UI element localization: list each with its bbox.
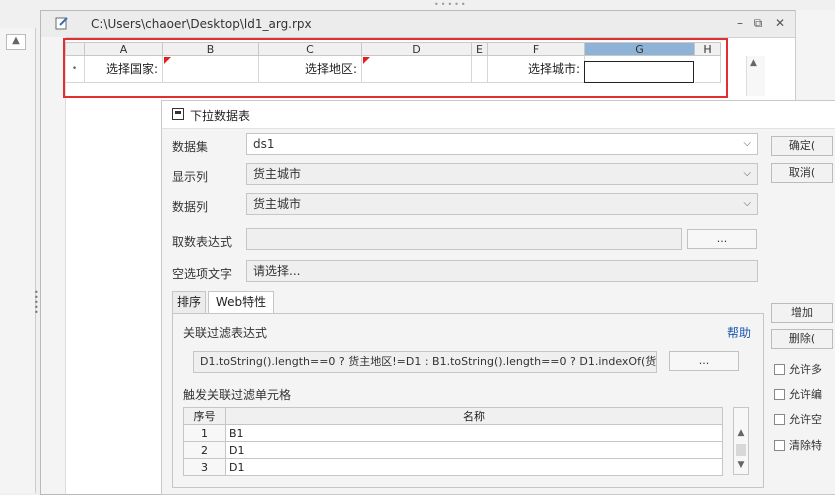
- cancel-button[interactable]: 取消(: [771, 163, 833, 183]
- row-number: 2: [183, 441, 226, 459]
- dataset-value: ds1: [253, 137, 275, 151]
- trigger-cells-table: 序号 名称 1 B1 2 D1 3 D1: [183, 407, 723, 476]
- window-title: C:\Users\chaoer\Desktop\ld1_arg.rpx: [91, 17, 312, 31]
- ok-button[interactable]: 确定(: [771, 136, 833, 156]
- checkbox-box[interactable]: [774, 440, 785, 451]
- row-name[interactable]: D1: [225, 458, 723, 476]
- dialog-window-icon: [172, 108, 184, 120]
- table-row[interactable]: 2 D1: [183, 441, 723, 459]
- empty-option-input[interactable]: 请选择...: [246, 260, 758, 282]
- splitter-grip-icon[interactable]: • • • • •: [34, 289, 39, 317]
- close-button[interactable]: ✕: [771, 15, 789, 31]
- dataset-select[interactable]: ds1 ⌵: [246, 133, 758, 155]
- row-name[interactable]: B1: [225, 424, 723, 442]
- panel-resize-grip[interactable]: •••••: [434, 1, 474, 9]
- checkbox-label: 清除特: [789, 439, 822, 452]
- outer-left-panel: ▲: [0, 28, 36, 493]
- window-titlebar: C:\Users\chaoer\Desktop\ld1_arg.rpx – ⧉ …: [41, 11, 796, 38]
- clear-special-checkbox[interactable]: 清除特: [774, 437, 822, 453]
- add-button[interactable]: 增加: [771, 303, 833, 323]
- checkbox-box[interactable]: [774, 389, 785, 400]
- edit-document-icon: [55, 17, 68, 30]
- scroll-down-icon[interactable]: ▼: [736, 460, 746, 470]
- row-number: 1: [183, 424, 226, 442]
- table-header-name[interactable]: 名称: [225, 407, 723, 425]
- help-link[interactable]: 帮助: [727, 324, 751, 341]
- dialog-titlebar: 下拉数据表: [162, 101, 835, 129]
- data-column-value: 货主城市: [253, 197, 302, 211]
- checkbox-label: 允许多: [789, 363, 822, 376]
- display-column-label: 显示列: [172, 170, 209, 184]
- filter-expression-input[interactable]: D1.toString().length==0 ? 货主地区!=D1 : B1.…: [193, 351, 657, 373]
- row-name[interactable]: D1: [225, 441, 723, 459]
- sheet-scrollbar[interactable]: ▲: [746, 56, 765, 96]
- trigger-cells-label: 触发关联过滤单元格: [183, 388, 292, 402]
- annotation-highlight-box: [63, 38, 728, 98]
- display-column-value: 货主城市: [253, 167, 302, 181]
- row-header-gutter: [41, 37, 66, 494]
- filter-expression-button[interactable]: ...: [669, 351, 739, 371]
- row-number: 3: [183, 458, 226, 476]
- table-header-no[interactable]: 序号: [183, 407, 226, 425]
- dialog-title: 下拉数据表: [190, 109, 251, 123]
- display-column-select[interactable]: 货主城市 ⌵: [246, 163, 758, 185]
- dataset-label: 数据集: [172, 140, 209, 154]
- checkbox-label: 允许空: [789, 413, 822, 426]
- delete-button[interactable]: 删除(: [771, 329, 833, 349]
- scroll-up-icon[interactable]: ▲: [736, 428, 746, 438]
- fetch-expression-label: 取数表达式: [172, 235, 233, 249]
- data-column-label: 数据列: [172, 200, 209, 214]
- allow-multiple-checkbox[interactable]: 允许多: [774, 361, 822, 377]
- data-column-select[interactable]: 货主城市 ⌵: [246, 193, 758, 215]
- scroll-thumb[interactable]: [736, 444, 746, 456]
- checkbox-box[interactable]: [774, 414, 785, 425]
- table-scrollbar[interactable]: ▲ ▼: [733, 407, 749, 475]
- fetch-expression-button[interactable]: ...: [687, 229, 757, 249]
- fetch-expression-input[interactable]: [246, 228, 682, 250]
- empty-option-label: 空选项文字: [172, 267, 233, 281]
- table-row[interactable]: 3 D1: [183, 458, 723, 476]
- tab-web-properties[interactable]: Web特性: [208, 291, 274, 313]
- checkbox-label: 允许编: [789, 388, 822, 401]
- chevron-down-icon: ⌵: [743, 198, 751, 209]
- dropdown-datatable-dialog: 下拉数据表 数据集 ds1 ⌵ 显示列 货主城市 ⌵ 数据列 货主城市 ⌵ 取数…: [161, 100, 835, 495]
- restore-button[interactable]: ⧉: [749, 15, 767, 31]
- collapse-up-icon[interactable]: ▲: [6, 34, 26, 50]
- scroll-up-icon[interactable]: ▲: [750, 58, 757, 68]
- checkbox-box[interactable]: [774, 364, 785, 375]
- table-row[interactable]: 1 B1: [183, 424, 723, 442]
- filter-expression-label: 关联过滤表达式: [183, 326, 268, 340]
- minimize-button[interactable]: –: [731, 15, 749, 31]
- tab-sort[interactable]: 排序: [172, 291, 206, 313]
- allow-edit-checkbox[interactable]: 允许编: [774, 386, 822, 402]
- allow-empty-checkbox[interactable]: 允许空: [774, 411, 822, 427]
- chevron-down-icon: ⌵: [743, 138, 751, 149]
- web-properties-panel: 关联过滤表达式 帮助 D1.toString().length==0 ? 货主地…: [172, 313, 764, 488]
- chevron-down-icon: ⌵: [743, 168, 751, 179]
